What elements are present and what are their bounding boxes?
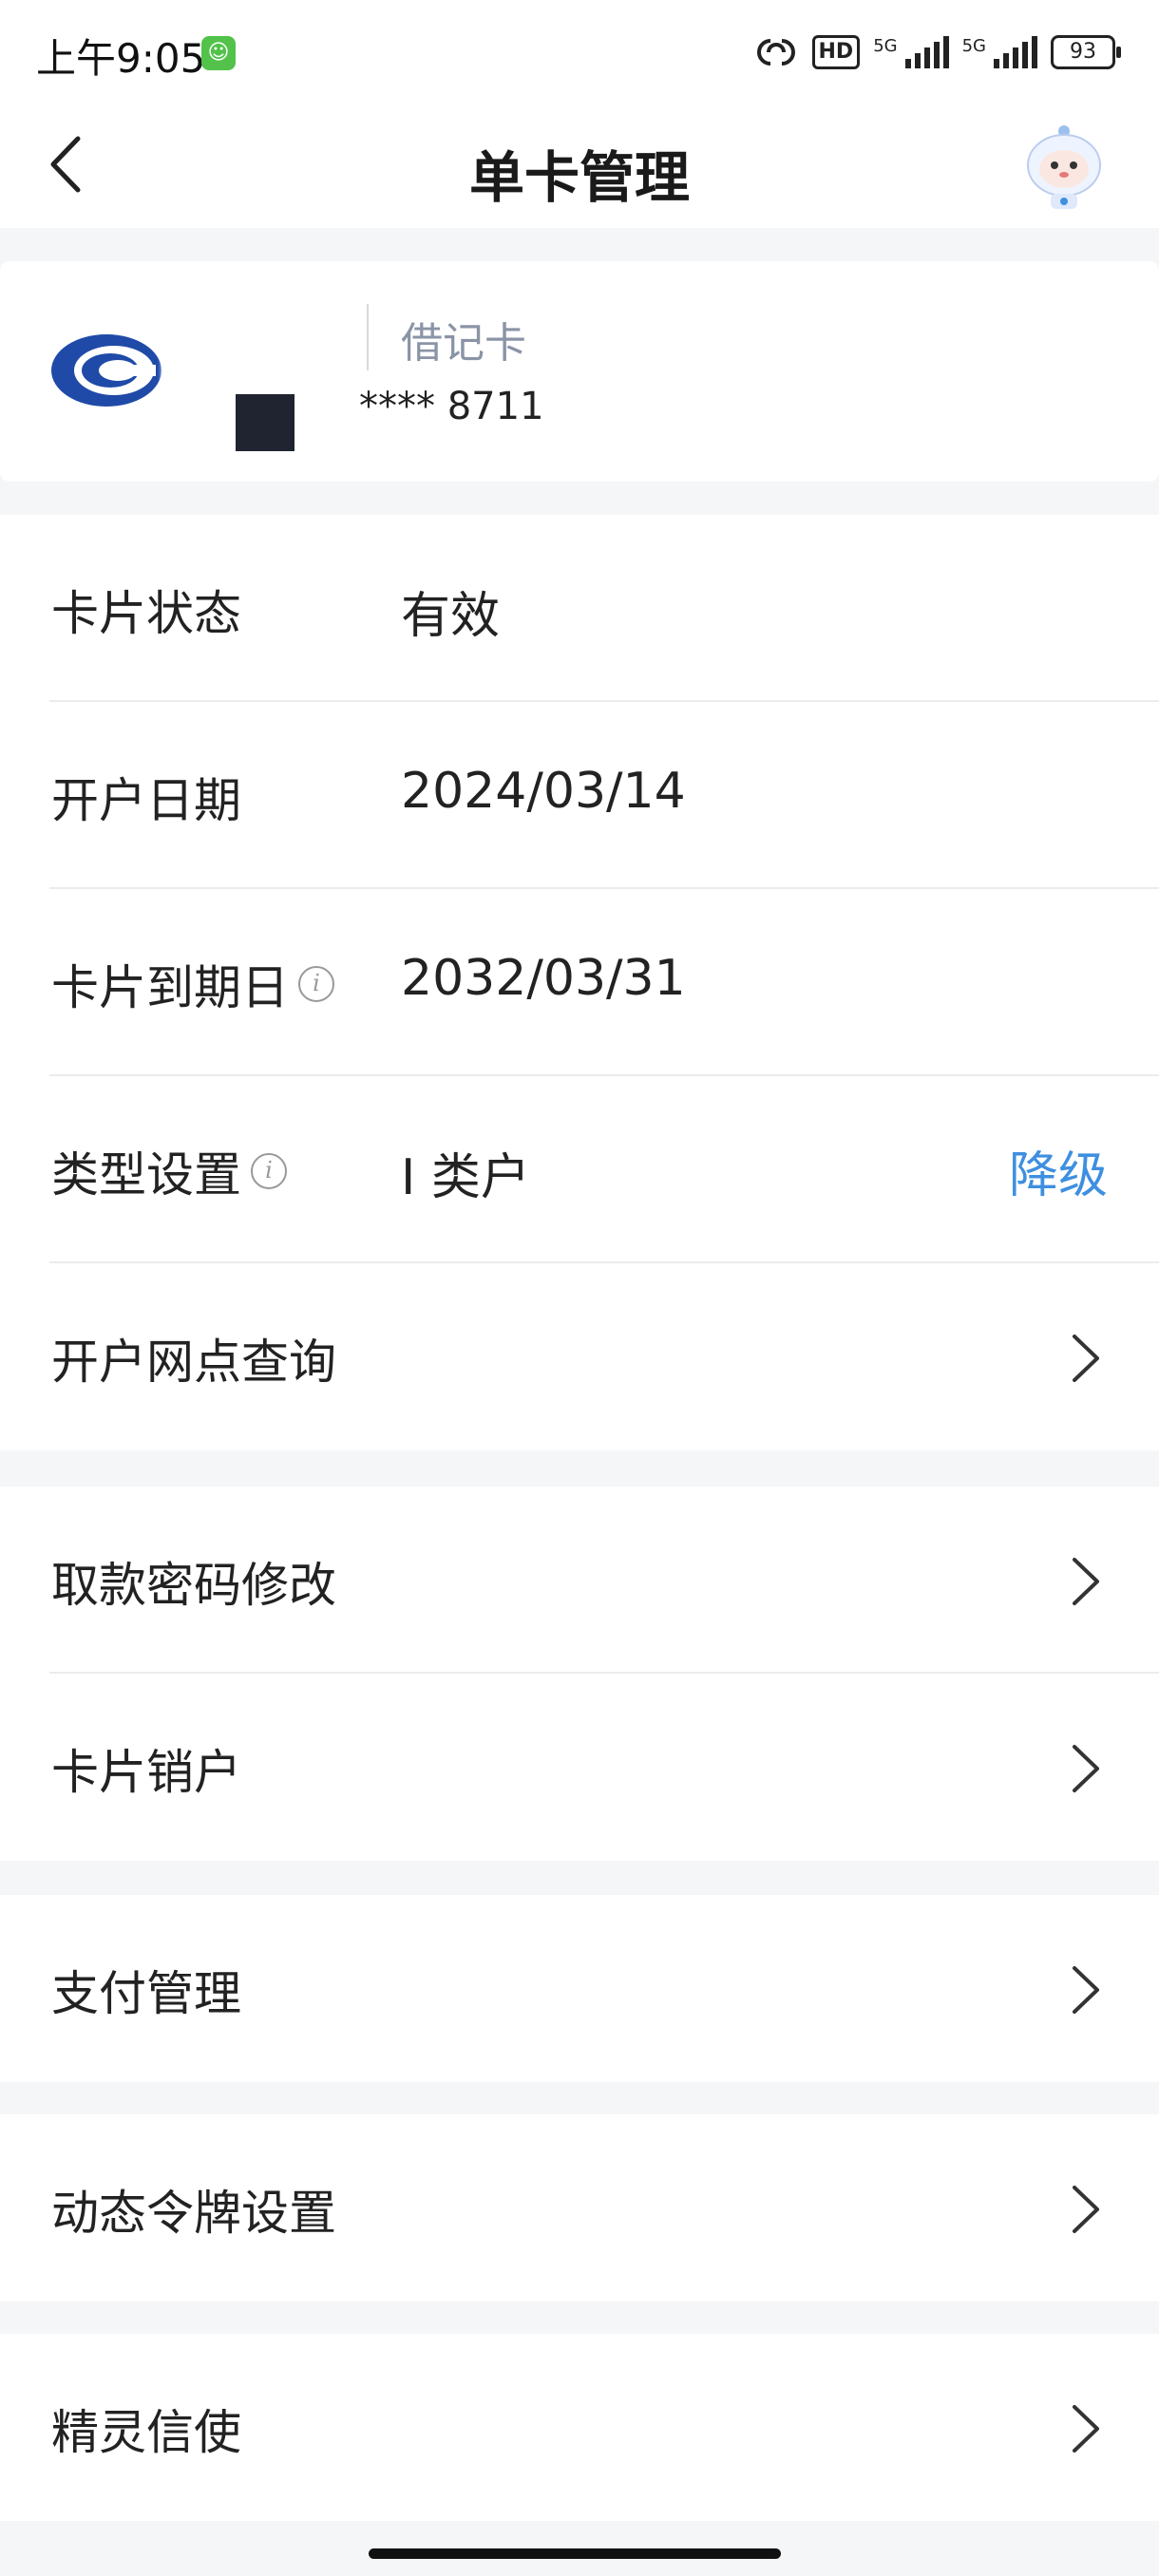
chevron-right-icon (1073, 1558, 1099, 1605)
row-label: 卡片状态 (51, 586, 241, 641)
chevron-right-icon (1073, 2405, 1099, 2453)
signal-icon-2: 5G (962, 36, 1037, 68)
status-bar: 上午9:05 ☺ HD 5G 5G 93 (0, 0, 1159, 104)
row-label: 卡片到期日 (51, 960, 289, 1015)
row-card-status: 卡片状态 有效 (0, 515, 1159, 702)
chevron-right-icon (1073, 2186, 1099, 2233)
row-payment-management[interactable]: 支付管理 (0, 1895, 1159, 2082)
nav-bar: 单卡管理 (0, 104, 1159, 228)
chevron-right-icon (1073, 1335, 1099, 1382)
row-type-setting: 类型设置 i I 类户 降级 (0, 1076, 1159, 1263)
row-label: 开户网点查询 (51, 1335, 336, 1390)
row-token-settings[interactable]: 动态令牌设置 (0, 2114, 1159, 2301)
card-number: **** 8711 (359, 385, 544, 428)
status-time: 上午9:05 (36, 35, 206, 82)
page-title: 单卡管理 (468, 145, 690, 210)
info-icon[interactable]: i (251, 1153, 287, 1189)
divider (367, 304, 369, 370)
row-label: 类型设置 (51, 1147, 241, 1203)
row-value: 2024/03/14 (401, 763, 686, 820)
row-label: 精灵信使 (51, 2405, 241, 2460)
row-label: 取款密码修改 (51, 1558, 336, 1613)
home-indicator[interactable] (369, 2548, 781, 2559)
battery-icon: 93 (1051, 35, 1121, 69)
signal-icon: 5G (873, 36, 949, 68)
row-value: I 类户 (401, 1149, 530, 1206)
row-label: 支付管理 (51, 1966, 241, 2021)
row-value: 2032/03/31 (401, 950, 686, 1007)
row-label: 动态令牌设置 (51, 2186, 336, 2241)
bank-logo-icon (51, 334, 162, 407)
row-label: 卡片销户 (51, 1745, 241, 1800)
row-label-wrap: 类型设置 i (51, 1137, 287, 1205)
app-notification-icon: ☺ (201, 36, 236, 70)
row-value: 有效 (401, 588, 501, 645)
downgrade-button[interactable]: 降级 (1009, 1135, 1108, 1206)
row-label: 开户日期 (51, 773, 241, 828)
chevron-right-icon (1073, 1745, 1099, 1792)
row-close-card[interactable]: 卡片销户 (0, 1674, 1159, 1861)
assistant-robot-icon[interactable] (1018, 118, 1110, 213)
info-icon[interactable]: i (298, 966, 334, 1002)
card-type-label: 借记卡 (401, 319, 526, 368)
payment-section: 支付管理 (0, 1895, 1159, 2082)
messenger-section: 精灵信使 (0, 2334, 1159, 2521)
status-icons: HD 5G 5G 93 (753, 28, 1121, 76)
row-branch-query[interactable]: 开户网点查询 (0, 1263, 1159, 1450)
hd-icon: HD (811, 35, 861, 69)
row-label-wrap: 卡片到期日 i (51, 950, 334, 1018)
row-messenger[interactable]: 精灵信使 (0, 2334, 1159, 2521)
bank-card-summary[interactable]: 借记卡 **** 8711 (0, 261, 1159, 482)
row-change-pin[interactable]: 取款密码修改 (0, 1487, 1159, 1674)
token-section: 动态令牌设置 (0, 2114, 1159, 2301)
privacy-mask (236, 394, 294, 451)
row-open-date: 开户日期 2024/03/14 (0, 702, 1159, 889)
security-section: 取款密码修改 卡片销户 (0, 1487, 1159, 1861)
row-expiry-date: 卡片到期日 i 2032/03/31 (0, 889, 1159, 1076)
card-details-section: 卡片状态 有效 开户日期 2024/03/14 卡片到期日 i 2032/03/… (0, 515, 1159, 1450)
chevron-right-icon (1073, 1966, 1099, 2014)
link-icon (756, 39, 795, 66)
